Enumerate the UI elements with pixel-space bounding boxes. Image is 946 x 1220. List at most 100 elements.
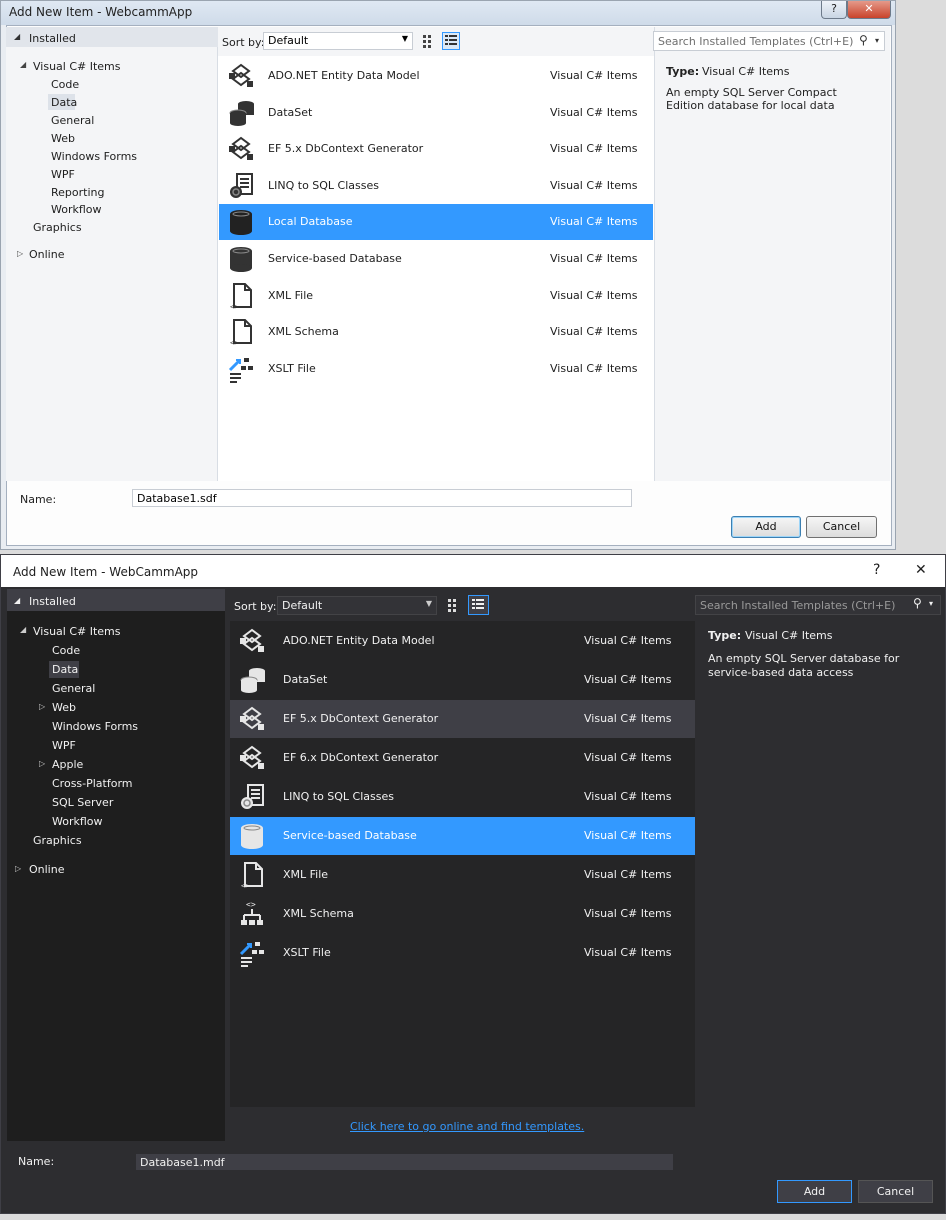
close-button[interactable]: ✕ — [915, 562, 927, 578]
template-row[interactable]: Service-based Database Visual C# Items — [230, 817, 695, 855]
template-category: Visual C# Items — [550, 288, 638, 302]
template-name: LINQ to SQL Classes — [268, 178, 379, 192]
tree-item-wpf[interactable]: WPF — [51, 168, 75, 181]
sort-dropdown[interactable]: Default ▼ — [277, 596, 437, 615]
search-options-chevron-icon[interactable]: ▾ — [875, 36, 879, 45]
tree-item-web[interactable]: Web — [52, 701, 76, 714]
add-button[interactable]: Add — [731, 516, 801, 538]
add-new-item-dialog-dark: Add New Item - WebCammApp ? ✕ ◢ Installe… — [0, 554, 946, 1214]
help-button[interactable]: ? — [821, 1, 847, 19]
template-row[interactable]: DataSet Visual C# Items — [230, 661, 695, 699]
tree-item-workflow[interactable]: Workflow — [51, 203, 102, 216]
template-name: EF 5.x DbContext Generator — [268, 142, 424, 156]
tree-item-graphics[interactable]: Graphics — [33, 834, 82, 847]
template-row[interactable]: LINQ to SQL Classes Visual C# Items — [219, 168, 653, 204]
search-icon[interactable]: ⚲ — [913, 596, 922, 610]
collapse-arrow-icon[interactable]: ▷ — [15, 864, 21, 873]
tree-item-visual-csharp[interactable]: Visual C# Items — [33, 60, 121, 73]
search-icon[interactable]: ⚲ — [859, 33, 868, 47]
add-new-item-dialog-light: Add New Item - WebcammApp ? ✕ ◢ Installe… — [0, 0, 896, 550]
template-row[interactable]: XSLT File Visual C# Items — [230, 934, 695, 972]
search-input[interactable]: Search Installed Templates (Ctrl+E) — [695, 595, 941, 615]
medium-icons-view-button[interactable] — [420, 32, 438, 50]
name-label: Name: — [18, 1155, 55, 1168]
tree-item-reporting[interactable]: Reporting — [51, 186, 104, 199]
online-templates-link[interactable]: Click here to go online and find templat… — [350, 1120, 584, 1133]
template-row[interactable]: <> XML File Visual C# Items — [219, 278, 653, 314]
template-row[interactable]: Service-based Database Visual C# Items — [219, 241, 653, 277]
grid-view-icon — [423, 35, 431, 48]
tree-item-online[interactable]: Online — [29, 248, 64, 261]
database-icon — [227, 207, 255, 237]
template-row[interactable]: Local Database Visual C# Items — [219, 204, 653, 241]
dataset-icon — [238, 665, 268, 695]
template-name: Service-based Database — [268, 252, 402, 265]
template-row[interactable]: EF 5.x DbContext Generator Visual C# Item… — [230, 700, 695, 738]
template-row[interactable]: <> XML Schema Visual C# Items — [219, 314, 653, 350]
template-category: Visual C# Items — [550, 215, 638, 229]
collapse-arrow-icon[interactable]: ▷ — [39, 759, 45, 768]
expand-arrow-icon[interactable]: ◢ — [14, 596, 20, 605]
tree-item-cross-platform[interactable]: Cross-Platform — [52, 777, 133, 790]
template-row[interactable]: <> XML Schema Visual C# Items — [230, 895, 695, 933]
entity-model-icon — [238, 626, 268, 656]
template-category: Visual C# Items — [584, 634, 672, 647]
tree-item-sql-server[interactable]: SQL Server — [52, 796, 113, 809]
help-button[interactable]: ? — [873, 562, 880, 578]
template-row[interactable]: EF 6.x DbContext Generator Visual C# Item… — [230, 739, 695, 777]
medium-icons-view-button[interactable] — [445, 596, 463, 614]
tree-item-data[interactable]: Data — [52, 663, 78, 676]
search-placeholder: Search Installed Templates (Ctrl+E) — [700, 599, 896, 612]
installed-label: Installed — [29, 32, 76, 45]
expand-arrow-icon[interactable]: ◢ — [20, 60, 26, 69]
tree-item-workflow[interactable]: Workflow — [52, 815, 103, 828]
cancel-button[interactable]: Cancel — [858, 1180, 933, 1203]
template-name: Local Database — [268, 215, 353, 229]
name-input[interactable]: Database1.sdf — [132, 489, 632, 507]
sort-by-label: Sort by: — [234, 600, 277, 613]
template-row[interactable]: LINQ to SQL Classes Visual C# Items — [230, 778, 695, 816]
template-row[interactable]: ADO.NET Entity Data Model Visual C# Items — [230, 622, 695, 660]
search-options-chevron-icon[interactable]: ▾ — [929, 599, 933, 608]
tree-item-apple[interactable]: Apple — [52, 758, 83, 771]
template-row[interactable]: DataSet Visual C# Items — [219, 95, 653, 131]
list-view-button[interactable] — [468, 595, 489, 615]
search-input[interactable]: Search Installed Templates (Ctrl+E) — [653, 31, 885, 51]
tree-item-general[interactable]: General — [51, 114, 94, 127]
template-row[interactable]: EF 5.x DbContext Generator Visual C# Item… — [219, 131, 653, 167]
sort-by-label: Sort by: — [222, 36, 265, 49]
tree-item-windows-forms[interactable]: Windows Forms — [51, 150, 137, 163]
template-category: Visual C# Items — [550, 105, 638, 119]
search-placeholder: Search Installed Templates (Ctrl+E) — [658, 35, 854, 48]
tree-item-graphics[interactable]: Graphics — [33, 221, 82, 234]
tree-item-code[interactable]: Code — [51, 78, 79, 91]
collapse-arrow-icon[interactable]: ▷ — [17, 249, 23, 258]
name-input[interactable]: Database1.mdf — [136, 1154, 673, 1170]
tree-item-visual-csharp[interactable]: Visual C# Items — [33, 625, 121, 638]
xml-file-icon: <> — [238, 860, 268, 890]
chevron-down-icon: ▼ — [425, 599, 432, 608]
tree-item-online[interactable]: Online — [29, 863, 64, 876]
template-row[interactable]: ADO.NET Entity Data Model Visual C# Items — [219, 58, 653, 94]
template-category: Visual C# Items — [584, 790, 672, 803]
sort-dropdown[interactable]: Default ▼ — [263, 32, 413, 50]
tree-item-code[interactable]: Code — [52, 644, 80, 657]
dataset-icon — [227, 98, 255, 128]
expand-arrow-icon[interactable]: ◢ — [20, 625, 26, 634]
tree-item-general[interactable]: General — [52, 682, 95, 695]
collapse-arrow-icon[interactable]: ▷ — [39, 702, 45, 711]
template-row[interactable]: XSLT File Visual C# Items — [219, 351, 653, 387]
add-button[interactable]: Add — [777, 1180, 852, 1203]
list-view-button[interactable] — [442, 32, 460, 50]
close-button[interactable]: ✕ — [847, 1, 891, 19]
tree-item-data[interactable]: Data — [51, 96, 77, 109]
template-name: ADO.NET Entity Data Model — [283, 634, 435, 647]
tree-item-web[interactable]: Web — [51, 132, 75, 145]
expand-arrow-icon[interactable]: ◢ — [14, 32, 20, 41]
template-row[interactable]: <> XML File Visual C# Items — [230, 856, 695, 894]
database-icon — [238, 821, 268, 851]
cancel-button[interactable]: Cancel — [806, 516, 877, 538]
tree-item-wpf[interactable]: WPF — [52, 739, 76, 752]
tree-item-windows-forms[interactable]: Windows Forms — [52, 720, 138, 733]
template-category: Visual C# Items — [584, 868, 672, 881]
